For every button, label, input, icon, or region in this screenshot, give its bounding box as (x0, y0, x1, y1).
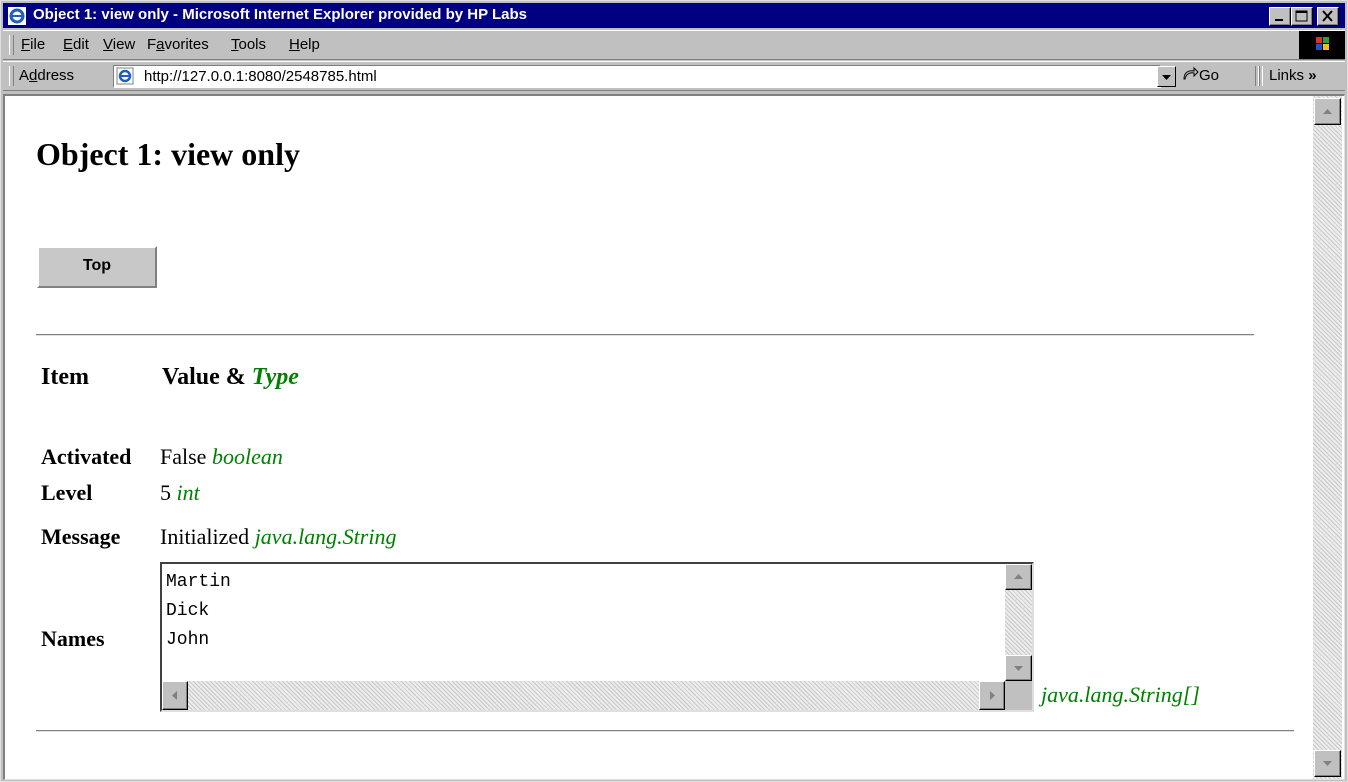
links-label: Links (1269, 67, 1305, 84)
menu-favorites-pre: F (147, 36, 157, 53)
arrow-up-icon (1014, 574, 1023, 579)
column-header-item: Item (41, 364, 89, 390)
column-header-value: Value & Type (162, 364, 299, 391)
close-icon (1322, 10, 1333, 22)
menu-help-accel: H (289, 36, 300, 53)
textarea-scroll-left-button[interactable] (162, 681, 188, 710)
menu-edit-accel: E (63, 36, 74, 53)
scrollbar-corner (1005, 681, 1032, 710)
arrow-down-icon (1323, 761, 1332, 766)
names-line: John (166, 630, 210, 650)
browser-window: Object 1: view only - Microsoft Internet… (0, 0, 1348, 782)
row-label-activated: Activated (41, 444, 132, 469)
windows-logo-icon (1299, 31, 1345, 59)
toolbar-separator (1259, 66, 1263, 86)
type-text: boolean (211, 444, 283, 469)
row-value-message: Initialized java.lang.String (160, 524, 396, 550)
links-button[interactable]: Links » (1269, 62, 1317, 90)
names-type: java.lang.String[] (1041, 682, 1200, 707)
menu-edit[interactable]: Edit (63, 31, 89, 59)
internet-explorer-icon (8, 7, 26, 25)
menu-view[interactable]: View (103, 31, 135, 59)
row-label-names: Names (41, 626, 105, 651)
title-bar[interactable]: Object 1: view only - Microsoft Internet… (3, 3, 1345, 28)
scroll-up-button[interactable] (1314, 98, 1341, 125)
menu-favorites-accel: a (156, 36, 165, 53)
close-button[interactable] (1317, 7, 1339, 26)
address-input[interactable]: http://127.0.0.1:8080/2548785.html (113, 65, 1161, 88)
menu-tools-accel: T (231, 36, 239, 53)
arrow-right-icon (990, 691, 995, 700)
textarea-scroll-up-button[interactable] (1005, 564, 1032, 590)
go-button[interactable]: Go (1181, 62, 1219, 90)
textarea-vertical-scrollbar[interactable] (1005, 564, 1032, 681)
page-title: Object 1: view only (36, 136, 300, 172)
menu-view-label: iew (112, 36, 136, 53)
menu-edit-label: dit (73, 36, 89, 53)
menu-bar: File Edit View Favorites Tools Help (3, 30, 1345, 60)
menu-view-accel: V (103, 36, 113, 53)
address-label: Address (19, 62, 74, 90)
menu-favorites[interactable]: Favorites (147, 31, 209, 59)
value-text: False (160, 444, 207, 469)
toolbar-grip[interactable] (9, 66, 14, 86)
address-bar: Address http://127.0.0.1:8080/2548785.ht… (3, 61, 1345, 91)
page-icon (116, 67, 134, 85)
address-label-pre: A (19, 67, 30, 84)
menu-file-accel: F (21, 36, 31, 53)
arrow-left-icon (172, 691, 177, 700)
names-line: Dick (166, 601, 210, 621)
value-text: Initialized (160, 524, 250, 549)
window-title: Object 1: view only - Microsoft Internet… (33, 6, 527, 23)
address-label-rest: dress (37, 67, 75, 84)
address-url: http://127.0.0.1:8080/2548785.html (144, 68, 377, 85)
column-header-type: Type (251, 364, 299, 390)
page-vertical-scrollbar[interactable] (1313, 96, 1342, 779)
names-line: Martin (166, 572, 231, 592)
value-text: 5 (160, 480, 171, 505)
menu-tools[interactable]: Tools (231, 31, 266, 59)
row-value-level: 5 int (160, 480, 200, 506)
scroll-down-button[interactable] (1314, 750, 1341, 777)
textarea-scroll-right-button[interactable] (979, 681, 1005, 710)
address-dropdown-button[interactable] (1157, 66, 1176, 87)
row-value-activated: False boolean (160, 444, 283, 470)
type-text: int (176, 480, 200, 505)
menu-favorites-label: vorites (164, 36, 209, 53)
menu-file-label: ile (30, 36, 46, 53)
menu-help[interactable]: Help (289, 31, 320, 59)
divider (36, 730, 1294, 732)
arrow-up-icon (1323, 109, 1332, 114)
textarea-scroll-down-button[interactable] (1005, 655, 1032, 681)
menu-help-label: elp (299, 36, 320, 53)
maximize-icon (1295, 10, 1308, 22)
type-text: java.lang.String (254, 524, 397, 549)
go-arrow-icon (1183, 66, 1199, 80)
menu-tools-label: ools (238, 36, 267, 53)
go-label: Go (1199, 67, 1220, 84)
divider (36, 334, 1254, 336)
names-textarea[interactable]: Martin Dick John (160, 562, 1034, 712)
page-content: Object 1: view only Top Item Value & Typ… (5, 96, 1305, 779)
names-text: Martin Dick John (166, 568, 231, 655)
chevron-right-icon: » (1308, 67, 1317, 84)
chevron-down-icon (1162, 75, 1171, 80)
arrow-down-icon (1014, 666, 1023, 671)
toolbar-grip[interactable] (9, 35, 14, 55)
maximize-button[interactable] (1291, 7, 1313, 26)
menu-file[interactable]: File (21, 31, 45, 59)
column-header-value-label: Value & (162, 364, 246, 390)
minimize-icon (1275, 19, 1283, 21)
row-label-level: Level (41, 480, 93, 505)
top-button[interactable]: Top (37, 246, 157, 288)
textarea-horizontal-scrollbar[interactable] (162, 681, 1005, 710)
page-viewport: Object 1: view only Top Item Value & Typ… (3, 94, 1345, 780)
minimize-button[interactable] (1269, 7, 1291, 26)
row-label-message: Message (41, 524, 121, 549)
